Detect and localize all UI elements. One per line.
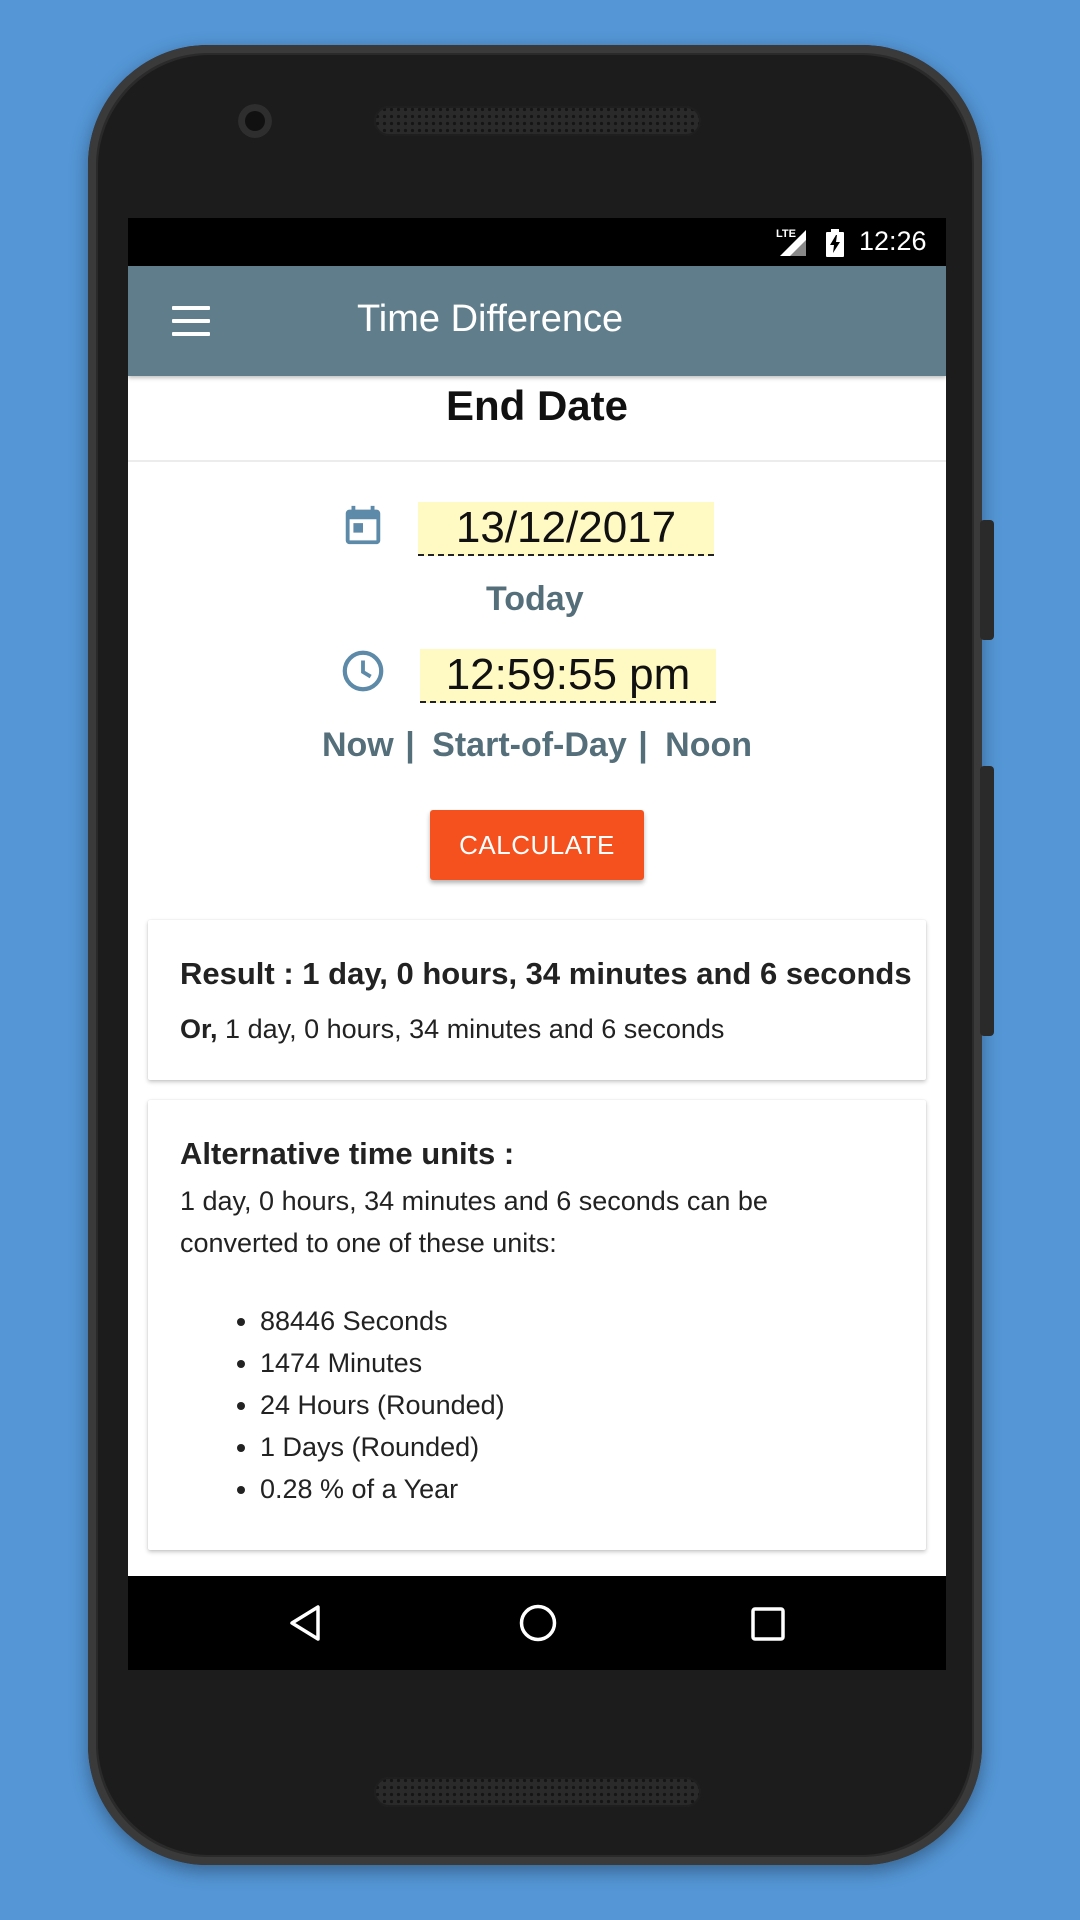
- app-title: Time Difference: [357, 298, 624, 340]
- now-link[interactable]: Now: [322, 726, 394, 764]
- noon-link[interactable]: Noon: [665, 726, 752, 764]
- front-camera: [238, 104, 272, 138]
- power-button: [980, 766, 994, 1036]
- or-prefix: Or,: [180, 1014, 218, 1044]
- divider: [128, 460, 946, 462]
- clock-icon[interactable]: [340, 648, 386, 694]
- battery-charging-icon: [826, 229, 844, 257]
- list-item: 0.28 % of a Year: [260, 1468, 505, 1510]
- recents-icon[interactable]: [750, 1606, 786, 1642]
- calculate-button[interactable]: CALCULATE: [430, 810, 644, 880]
- alternative-units-card: Alternative time units : 1 day, 0 hours,…: [148, 1100, 926, 1550]
- result-text: Result : 1 day, 0 hours, 34 minutes and …: [180, 956, 912, 991]
- time-quick-links: Now | Start-of-Day | Noon: [128, 726, 946, 765]
- signal-icon: [780, 230, 806, 256]
- list-item: 88446 Seconds: [260, 1300, 505, 1342]
- clock-time: 12:26: [859, 226, 927, 256]
- time-field[interactable]: 12:59:55 pm: [420, 649, 716, 703]
- top-speaker: [374, 106, 701, 136]
- start-of-day-link[interactable]: Start-of-Day: [432, 726, 627, 764]
- section-title: End Date: [445, 382, 629, 429]
- date-field[interactable]: 13/12/2017: [418, 502, 714, 556]
- today-link[interactable]: Today: [486, 580, 584, 619]
- bottom-speaker: [374, 1777, 701, 1807]
- result-alt-text: Or, 1 day, 0 hours, 34 minutes and 6 sec…: [180, 1014, 724, 1045]
- status-bar: LTE 12:26: [128, 218, 946, 266]
- result-card: Result : 1 day, 0 hours, 34 minutes and …: [148, 920, 926, 1080]
- separator: |: [405, 726, 415, 764]
- units-list: 88446 Seconds 1474 Minutes 24 Hours (Rou…: [180, 1300, 505, 1510]
- separator: |: [638, 726, 648, 764]
- app-bar: Time Difference: [128, 266, 946, 376]
- menu-icon[interactable]: [172, 306, 210, 336]
- alternative-title: Alternative time units :: [180, 1136, 515, 1171]
- screen: LTE 12:26 Time Difference End Date 13/12…: [128, 218, 946, 1670]
- calendar-icon[interactable]: [340, 502, 386, 548]
- back-icon[interactable]: [288, 1604, 322, 1642]
- list-item: 1474 Minutes: [260, 1342, 505, 1384]
- list-item: 1 Days (Rounded): [260, 1426, 505, 1468]
- alternative-description: 1 day, 0 hours, 34 minutes and 6 seconds…: [180, 1186, 768, 1258]
- navigation-bar: [128, 1576, 946, 1670]
- list-item: 24 Hours (Rounded): [260, 1384, 505, 1426]
- volume-button: [980, 520, 994, 640]
- home-icon[interactable]: [518, 1603, 558, 1643]
- or-text: 1 day, 0 hours, 34 minutes and 6 seconds: [225, 1014, 725, 1044]
